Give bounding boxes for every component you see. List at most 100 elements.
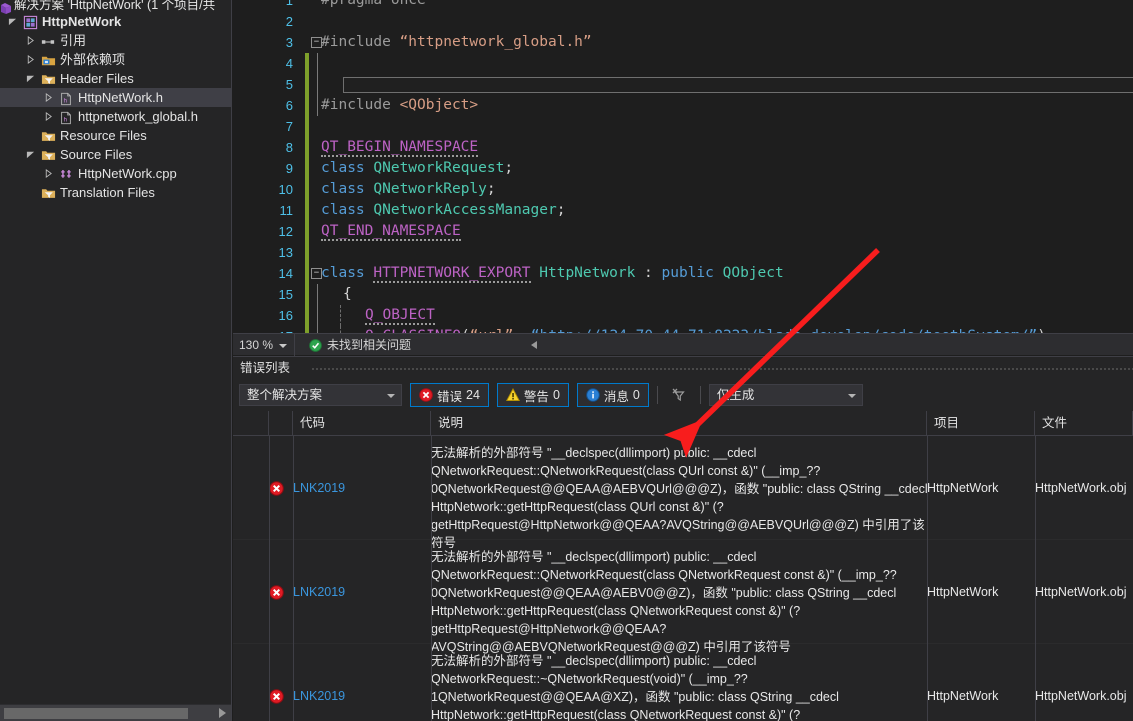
messages-toggle-button[interactable]: 消息 0 xyxy=(576,383,649,407)
error-list-rows[interactable]: LNK2019 无法解析的外部符号 "__declspec(dllimport) … xyxy=(233,436,1133,721)
column-header-icon[interactable] xyxy=(233,411,269,435)
solution-tree[interactable]: HttpNetWork 引用 外部依赖项 Header Files h HttpNetWo… xyxy=(0,12,231,202)
error-list-header-row[interactable]: 代码 说明 项目 文件 xyxy=(233,411,1133,436)
build-filter-label: 仅生成 xyxy=(716,388,755,402)
zoom-level-combo[interactable]: 130 % xyxy=(233,333,295,356)
scope-filter-combo[interactable]: 整个解决方案 xyxy=(239,384,402,406)
code-text: { xyxy=(343,286,352,302)
line-number: 9 xyxy=(285,161,293,176)
code-line[interactable]: 7 xyxy=(233,116,1133,137)
error-code[interactable]: LNK2019 xyxy=(293,585,403,599)
code-line[interactable]: 14− class HTTPNETWORK_EXPORT HttpNetwork … xyxy=(233,263,1133,284)
code-line[interactable]: 5 xyxy=(233,74,1133,95)
filter-folder-icon xyxy=(40,126,56,145)
code-line[interactable]: 12 QT_END_NAMESPACE xyxy=(233,221,1133,242)
tree-item-httpnetwork-cpp[interactable]: HttpNetWork.cpp xyxy=(0,164,231,183)
tree-item-httpnetwork-h[interactable]: h HttpNetWork.h xyxy=(0,88,231,107)
chevron-down-icon[interactable] xyxy=(24,69,36,88)
change-bar xyxy=(305,179,309,200)
change-bar xyxy=(305,95,309,116)
column-header-proj[interactable]: 项目 xyxy=(927,411,1035,435)
cpp-file-icon xyxy=(58,164,74,183)
error-code[interactable]: LNK2019 xyxy=(293,481,403,495)
chevron-right-icon[interactable] xyxy=(24,50,36,69)
code-line[interactable]: 11 class QNetworkAccessManager; xyxy=(233,200,1133,221)
line-number: 13 xyxy=(278,245,293,260)
tree-item-httpnetwork-global-h[interactable]: h httpnetwork_global.h xyxy=(0,107,231,126)
status-prev-arrow-icon[interactable] xyxy=(531,340,538,349)
tree-item-translation-files[interactable]: Translation Files xyxy=(0,183,231,202)
table-row[interactable]: LNK2019 无法解析的外部符号 "__declspec(dllimport) … xyxy=(233,436,1133,550)
solution-explorer-hscrollbar[interactable] xyxy=(0,704,231,721)
filter-folder-icon xyxy=(40,183,56,202)
tree-item-httpnetwork[interactable]: HttpNetWork xyxy=(0,12,231,31)
error-description: 无法解析的外部符号 "__declspec(dllimport) public:… xyxy=(431,446,928,550)
chevron-right-icon[interactable] xyxy=(42,107,54,126)
change-bar xyxy=(305,263,309,284)
code-line[interactable]: 8 QT_BEGIN_NAMESPACE xyxy=(233,137,1133,158)
column-header-file[interactable]: 文件 xyxy=(1035,411,1133,435)
code-line[interactable]: 15 { xyxy=(233,284,1133,305)
error-list-panel[interactable]: 错误列表 整个解决方案 错误 24 警告 0 消息 0 仅生成 代码 说明 项目… xyxy=(233,356,1133,721)
chevron-right-icon[interactable] xyxy=(24,31,36,50)
code-text: #pragma once xyxy=(321,0,426,8)
clear-filter-icon xyxy=(671,386,687,404)
chevron-down-icon[interactable] xyxy=(6,12,18,31)
code-line[interactable]: 6 #include <QObject> xyxy=(233,95,1133,116)
editor-status-bar[interactable]: 130 % 未找到相关问题 xyxy=(233,333,1133,356)
change-bar xyxy=(305,158,309,179)
line-number: 11 xyxy=(279,203,294,218)
column-header-desc[interactable]: 说明 xyxy=(431,411,927,435)
tree-item-[interactable]: 引用 xyxy=(0,31,231,50)
table-row[interactable]: LNK2019 无法解析的外部符号 "__declspec(dllimport) … xyxy=(233,644,1133,721)
errors-toggle-button[interactable]: 错误 24 xyxy=(410,383,489,407)
warnings-count: 0 xyxy=(552,388,560,402)
tree-item-header-files[interactable]: Header Files xyxy=(0,69,231,88)
code-text: class QNetworkRequest; xyxy=(321,160,514,176)
column-header-blank[interactable] xyxy=(269,411,293,435)
error-icon xyxy=(419,388,433,403)
solution-explorer-panel[interactable]: 解决方案 'HttpNetWork' (1 个项目/共 HttpNetWork 引… xyxy=(0,0,232,721)
code-line[interactable]: 9 class QNetworkRequest; xyxy=(233,158,1133,179)
code-line[interactable]: 3− #include “httpnetwork_global.h” xyxy=(233,32,1133,53)
table-row[interactable]: LNK2019 无法解析的外部符号 "__declspec(dllimport) … xyxy=(233,540,1133,654)
scrollbar-thumb[interactable] xyxy=(4,708,188,719)
issue-status[interactable]: 未找到相关问题 xyxy=(309,336,411,353)
code-line[interactable]: 2 xyxy=(233,11,1133,32)
code-editor[interactable]: 1 #pragma once 2 3− #include “httpnetwork_gl… xyxy=(233,0,1133,333)
code-lines[interactable]: 1 #pragma once 2 3− #include “httpnetwork_gl… xyxy=(233,0,1133,333)
zoom-level-label: 130 % xyxy=(239,337,274,352)
svg-text:h: h xyxy=(64,97,68,104)
error-code[interactable]: LNK2019 xyxy=(293,689,403,703)
warnings-toggle-button[interactable]: 警告 0 xyxy=(496,383,569,407)
chevron-right-icon[interactable] xyxy=(42,88,54,107)
scope-filter-label: 整个解决方案 xyxy=(247,388,323,402)
code-line[interactable]: 1 #pragma once xyxy=(233,0,1133,11)
scroll-right-arrow-icon[interactable] xyxy=(219,708,226,718)
column-header-code[interactable]: 代码 xyxy=(293,411,431,435)
chevron-right-icon[interactable] xyxy=(42,164,54,183)
clear-filter-button[interactable] xyxy=(666,386,692,404)
line-number: 8 xyxy=(285,140,293,155)
ext-deps-icon xyxy=(40,50,56,69)
code-text: QT_END_NAMESPACE xyxy=(321,223,461,241)
code-line[interactable]: 17 Q_CLASSINFO(“url”, “http://124.70.44.7… xyxy=(233,326,1133,333)
toolbar-separator xyxy=(656,386,658,404)
tree-item-[interactable]: 外部依赖项 xyxy=(0,50,231,69)
code-line[interactable]: 4 xyxy=(233,53,1133,74)
code-line[interactable]: 16 Q_OBJECT xyxy=(233,305,1133,326)
chevron-down-icon[interactable] xyxy=(24,145,36,164)
errors-label: 错误 xyxy=(437,389,463,404)
block-guide xyxy=(317,53,318,74)
build-filter-combo[interactable]: 仅生成 xyxy=(708,384,863,406)
error-list-toolbar[interactable]: 整个解决方案 错误 24 警告 0 消息 0 仅生成 xyxy=(233,380,1133,410)
inline-hint-box[interactable] xyxy=(343,77,1133,93)
tree-item-source-files[interactable]: Source Files xyxy=(0,145,231,164)
tree-item-resource-files[interactable]: Resource Files xyxy=(0,126,231,145)
block-guide xyxy=(317,305,318,326)
code-line[interactable]: 13 xyxy=(233,242,1133,263)
column-divider xyxy=(269,436,270,721)
line-number: 5 xyxy=(285,77,293,92)
title-dotted-rule xyxy=(311,367,1133,370)
code-line[interactable]: 10 class QNetworkReply; xyxy=(233,179,1133,200)
